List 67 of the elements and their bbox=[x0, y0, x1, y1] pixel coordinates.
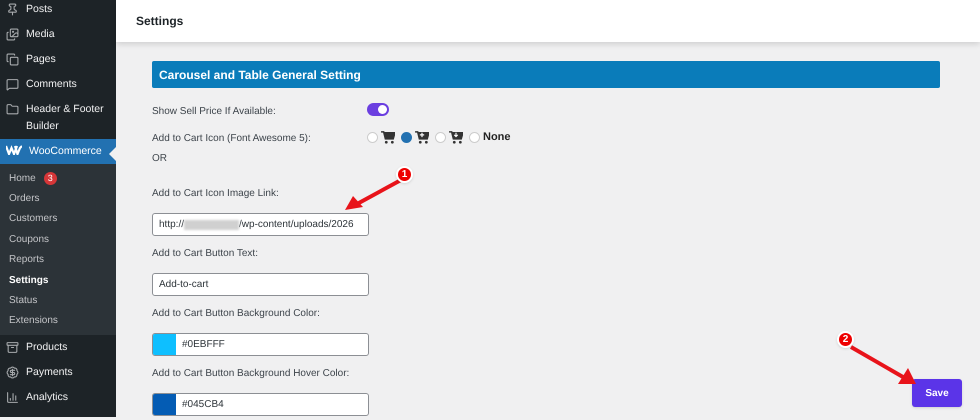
cart-icon bbox=[381, 130, 395, 144]
woo-logo-icon bbox=[6, 145, 22, 155]
submenu-item[interactable]: Extensions bbox=[0, 310, 116, 332]
sidebar-item[interactable]: WooCommerce bbox=[0, 139, 116, 164]
sidebar-item[interactable]: Pages bbox=[0, 47, 116, 72]
text-field[interactable]: Add-to-cart bbox=[152, 273, 369, 296]
field-label: Add to Cart Icon Image Link: bbox=[152, 187, 279, 201]
url-prefix: http:// bbox=[159, 218, 184, 232]
step-number-badge: 2 bbox=[837, 331, 854, 348]
field-label: Show Sell Price If Available: bbox=[152, 106, 276, 116]
color-swatch[interactable] bbox=[153, 334, 176, 355]
field-label: OR bbox=[152, 152, 167, 166]
sidebar-item[interactable]: Payments bbox=[0, 360, 116, 386]
dollar-icon bbox=[6, 366, 19, 380]
radio-button[interactable] bbox=[367, 132, 378, 142]
cart-arrow-icon bbox=[449, 130, 463, 144]
sidebar-label: Products bbox=[26, 340, 68, 356]
sidebar-label: Payments bbox=[26, 365, 73, 380]
sidebar-label: Header & Footer Builder bbox=[26, 102, 105, 134]
section-header: Carousel and Table General Setting bbox=[152, 61, 940, 88]
sidebar-item[interactable]: Header & Footer Builder bbox=[0, 97, 116, 139]
sidebar-label: Media bbox=[26, 27, 55, 42]
field-label: Add to Cart Button Text: bbox=[152, 247, 258, 261]
pin-icon bbox=[6, 3, 19, 16]
sidebar-item[interactable]: Posts bbox=[0, 0, 116, 22]
field-label: Add to Cart Icon (Font Awesome 5): bbox=[152, 133, 311, 144]
sidebar-item[interactable]: Comments bbox=[0, 72, 116, 97]
sidebar-item[interactable]: Media bbox=[0, 22, 116, 47]
submenu-item[interactable]: Home 3 bbox=[0, 168, 116, 188]
callout-arrow bbox=[848, 344, 918, 386]
folder-icon bbox=[6, 103, 19, 116]
comments-icon bbox=[6, 78, 19, 91]
submenu-item[interactable]: Reports bbox=[0, 250, 116, 270]
save-button[interactable]: Save bbox=[912, 379, 962, 407]
field-label: Add to Cart Button Background Hover Color: bbox=[152, 367, 350, 381]
radio-button[interactable] bbox=[401, 132, 412, 142]
color-field[interactable]: #045CB4 bbox=[152, 393, 369, 416]
cart-plus-icon bbox=[415, 130, 429, 144]
sidebar-label: Comments bbox=[26, 77, 77, 92]
color-field[interactable]: #0EBFFF bbox=[152, 333, 369, 356]
url-text: /wp-content/uploads/2026 bbox=[239, 218, 354, 232]
radio-button[interactable] bbox=[435, 132, 446, 142]
toggle-switch[interactable] bbox=[367, 103, 389, 116]
sidebar-label: Analytics bbox=[26, 390, 68, 406]
submenu-item[interactable]: Settings bbox=[0, 270, 116, 290]
step-number-badge: 1 bbox=[396, 166, 413, 183]
submenu-item[interactable]: Status bbox=[0, 290, 116, 311]
color-swatch[interactable] bbox=[153, 394, 176, 415]
count-badge: 3 bbox=[44, 172, 57, 185]
sidebar-label: Pages bbox=[26, 52, 56, 67]
text-field[interactable]: http:// /wp-content/uploads/2026 bbox=[152, 213, 369, 236]
sidebar-item[interactable]: Analytics bbox=[0, 385, 116, 410]
submenu-item[interactable]: Coupons bbox=[0, 229, 116, 250]
page-title: Settings bbox=[136, 13, 184, 30]
blurred-text-drawing bbox=[184, 220, 240, 230]
sidebar-item[interactable]: Products bbox=[0, 335, 116, 360]
bar-chart-icon bbox=[6, 391, 19, 404]
media-icon bbox=[6, 28, 19, 41]
sidebar-label: Posts bbox=[26, 2, 52, 17]
sidebar-label: WooCommerce bbox=[29, 144, 102, 159]
field-label: Add to Cart Button Background Color: bbox=[152, 307, 320, 321]
archive-icon bbox=[6, 341, 19, 354]
radio-button[interactable] bbox=[469, 132, 480, 142]
radio-label: None bbox=[483, 130, 510, 145]
pages-icon bbox=[6, 53, 19, 66]
submenu-item[interactable]: Customers bbox=[0, 208, 116, 230]
submenu-item[interactable]: Orders bbox=[0, 188, 116, 209]
